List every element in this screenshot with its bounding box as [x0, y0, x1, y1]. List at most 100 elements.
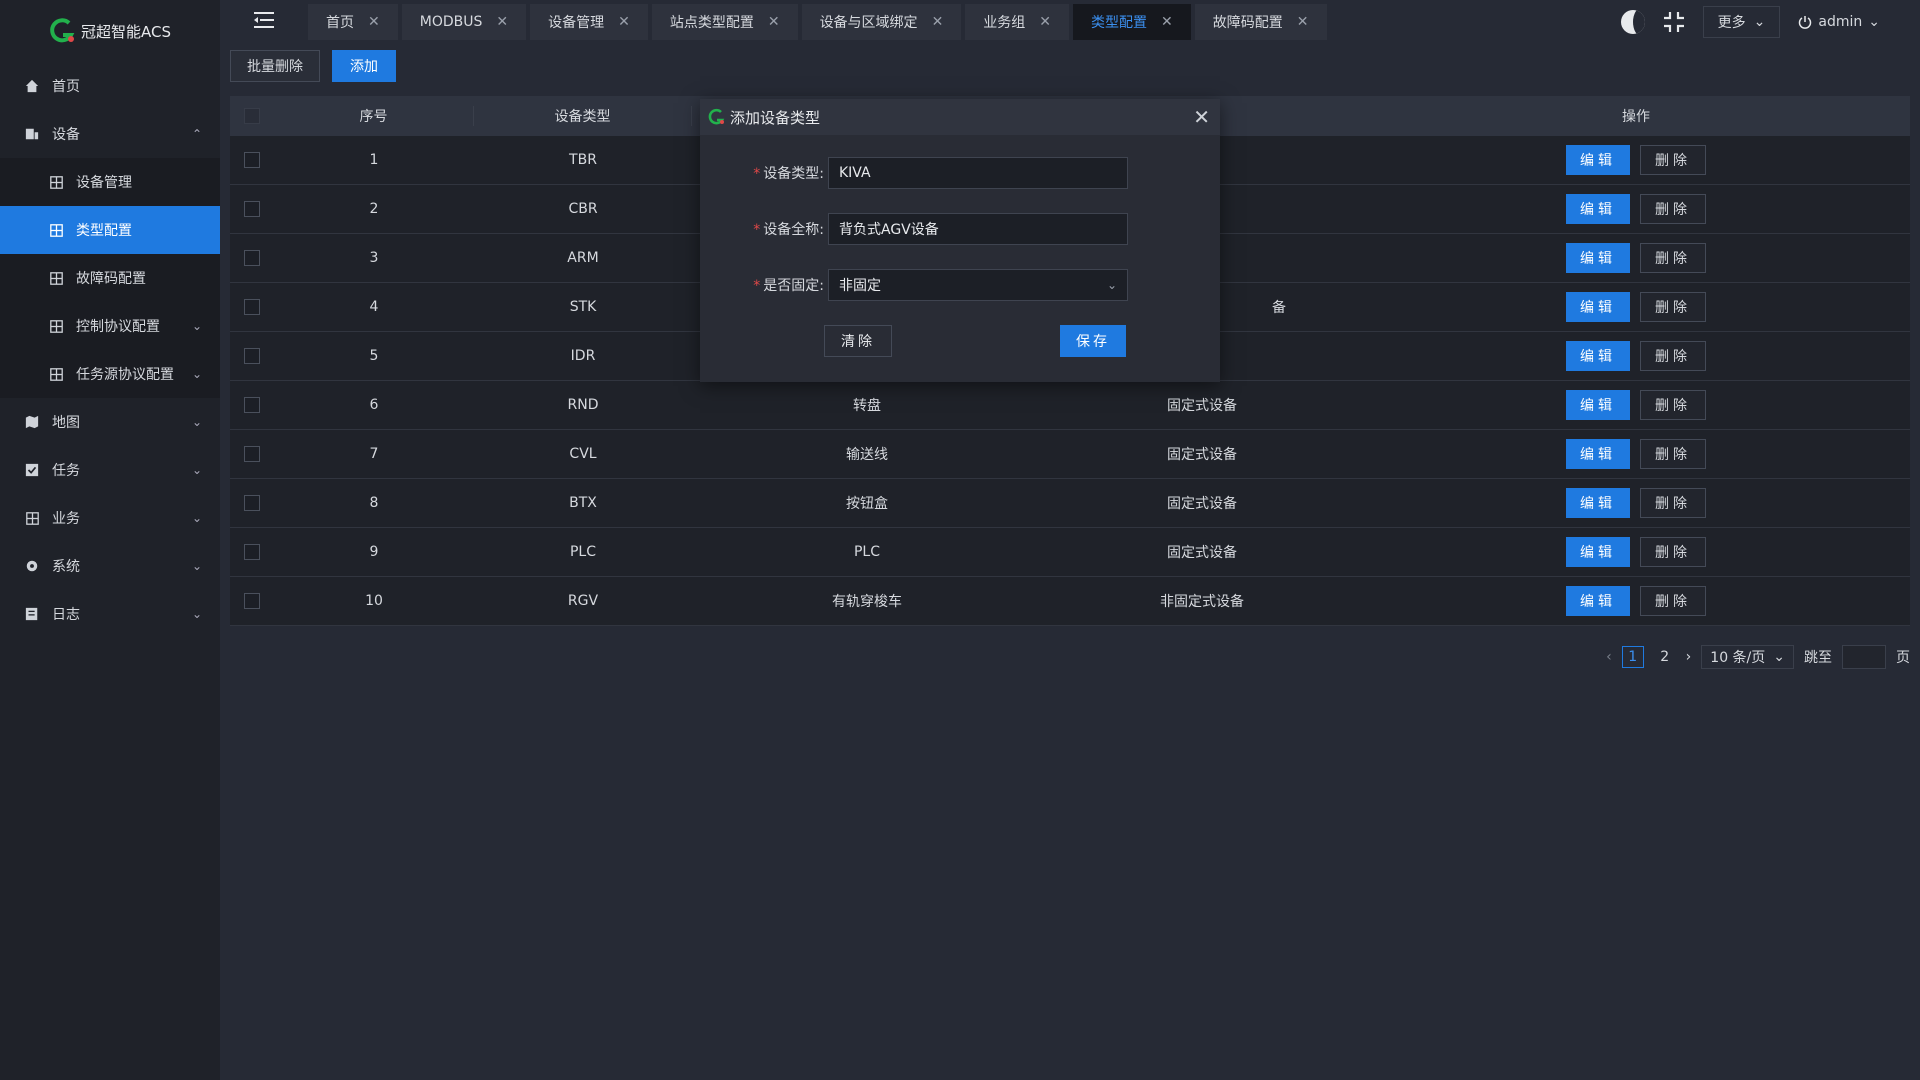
- row-checkbox[interactable]: [244, 544, 260, 560]
- sidebar-item-home[interactable]: 首页: [0, 62, 220, 110]
- fullscreen-exit-icon[interactable]: [1663, 11, 1685, 33]
- sidebar-item-log[interactable]: 日志 ⌄: [0, 590, 220, 638]
- close-icon[interactable]: ✕: [618, 14, 630, 30]
- edit-button[interactable]: 编辑: [1566, 145, 1630, 175]
- tab-business-group[interactable]: 业务组 ✕: [965, 4, 1070, 40]
- sidebar-item-type-config[interactable]: 类型配置: [0, 206, 220, 254]
- row-checkbox[interactable]: [244, 348, 260, 364]
- delete-button[interactable]: 删除: [1640, 586, 1706, 616]
- sidebar-item-control-protocol-config[interactable]: 控制协议配置 ⌄: [0, 302, 220, 350]
- row-checkbox[interactable]: [244, 201, 260, 217]
- edit-button[interactable]: 编辑: [1566, 586, 1630, 616]
- edit-button[interactable]: 编辑: [1566, 537, 1630, 567]
- delete-button[interactable]: 删除: [1640, 243, 1706, 273]
- delete-button[interactable]: 删除: [1640, 488, 1706, 518]
- cell-fixed: 固定式设备: [1167, 545, 1237, 561]
- delete-button[interactable]: 删除: [1640, 145, 1706, 175]
- tab-site-type-config[interactable]: 站点类型配置 ✕: [651, 4, 798, 40]
- edit-button[interactable]: 编辑: [1566, 390, 1630, 420]
- menu-toggle-icon[interactable]: [252, 10, 276, 30]
- close-icon[interactable]: ✕: [1193, 105, 1210, 129]
- form-row-type: * 设备类型: KIVA: [740, 157, 1128, 189]
- page-1[interactable]: 1: [1621, 646, 1644, 668]
- sidebar: 冠超智能ACS 首页 设备 ⌃ 设备管理 类型配置 故障码配置 控制协议配置 ⌄…: [0, 0, 220, 1080]
- cell-no: 5: [369, 348, 379, 364]
- delete-button[interactable]: 删除: [1640, 341, 1706, 371]
- edit-button[interactable]: 编辑: [1566, 439, 1630, 469]
- row-checkbox[interactable]: [244, 152, 260, 168]
- tab-device-management[interactable]: 设备管理 ✕: [530, 4, 648, 40]
- batch-delete-button[interactable]: 批量删除: [230, 50, 320, 82]
- page-size-select[interactable]: 10 条/页 ⌄: [1701, 645, 1794, 669]
- edit-button[interactable]: 编辑: [1566, 292, 1630, 322]
- edit-button[interactable]: 编辑: [1566, 243, 1630, 273]
- tab-type-config[interactable]: 类型配置 ✕: [1073, 4, 1191, 40]
- jump-input[interactable]: [1842, 645, 1886, 669]
- sidebar-item-system[interactable]: 系统 ⌄: [0, 542, 220, 590]
- row-checkbox[interactable]: [244, 446, 260, 462]
- tab-home[interactable]: 首页 ✕: [308, 4, 398, 40]
- row-checkbox[interactable]: [244, 593, 260, 609]
- row-checkbox[interactable]: [244, 397, 260, 413]
- chevron-left-icon[interactable]: ‹: [1606, 649, 1612, 665]
- power-icon: [1799, 16, 1812, 29]
- sidebar-item-device[interactable]: 设备 ⌃: [0, 110, 220, 158]
- edit-button[interactable]: 编辑: [1566, 341, 1630, 371]
- sidebar-item-task-source-protocol-config[interactable]: 任务源协议配置 ⌄: [0, 350, 220, 398]
- row-checkbox[interactable]: [244, 495, 260, 511]
- delete-button[interactable]: 删除: [1640, 439, 1706, 469]
- close-icon[interactable]: ✕: [768, 14, 780, 30]
- form-row-fullname: * 设备全称: 背负式AGV设备: [740, 213, 1128, 245]
- sidebar-item-business[interactable]: 业务 ⌄: [0, 494, 220, 542]
- device-type-input[interactable]: KIVA: [828, 157, 1128, 189]
- delete-button[interactable]: 删除: [1640, 292, 1706, 322]
- row-checkbox[interactable]: [244, 299, 260, 315]
- table-row: 7 CVL 输送线 固定式设备 编辑 删除: [230, 430, 1910, 479]
- close-icon[interactable]: ✕: [932, 14, 944, 30]
- sidebar-item-fault-code-config[interactable]: 故障码配置: [0, 254, 220, 302]
- tab-fault-code-config[interactable]: 故障码配置 ✕: [1194, 4, 1327, 40]
- gear-icon: [24, 558, 40, 574]
- close-icon[interactable]: ✕: [368, 14, 380, 30]
- cell-no: 8: [369, 495, 379, 511]
- row-checkbox[interactable]: [244, 250, 260, 266]
- more-dropdown[interactable]: 更多 ⌄: [1702, 6, 1781, 38]
- edit-button[interactable]: 编辑: [1566, 194, 1630, 224]
- close-icon[interactable]: ✕: [496, 14, 508, 30]
- delete-button[interactable]: 删除: [1640, 390, 1706, 420]
- is-fixed-select[interactable]: 非固定 ⌄: [828, 269, 1128, 301]
- close-icon[interactable]: ✕: [1161, 14, 1173, 30]
- tab-label: 设备管理: [548, 15, 605, 31]
- close-icon[interactable]: ✕: [1297, 14, 1309, 30]
- chevron-down-icon: ⌄: [191, 607, 202, 621]
- select-all-checkbox[interactable]: [244, 108, 260, 124]
- sidebar-item-label: 故障码配置: [76, 271, 146, 287]
- page-2[interactable]: 2: [1654, 646, 1676, 668]
- save-button[interactable]: 保存: [1060, 325, 1126, 357]
- sidebar-item-task[interactable]: 任务 ⌄: [0, 446, 220, 494]
- user-menu[interactable]: admin ⌄: [1798, 14, 1880, 30]
- cell-type: IDR: [570, 348, 596, 364]
- cell-type: RGV: [567, 593, 599, 609]
- delete-button[interactable]: 删除: [1640, 537, 1706, 567]
- grid-icon: [24, 510, 40, 526]
- tab-device-area-binding[interactable]: 设备与区域绑定 ✕: [801, 4, 962, 40]
- close-icon[interactable]: ✕: [1039, 14, 1051, 30]
- clear-button[interactable]: 清除: [824, 325, 892, 357]
- sidebar-item-device-management[interactable]: 设备管理: [0, 158, 220, 206]
- cell-type: PLC: [569, 544, 597, 560]
- table-row: 10 RGV 有轨穿梭车 非固定式设备 编辑 删除: [230, 577, 1910, 626]
- delete-button[interactable]: 删除: [1640, 194, 1706, 224]
- edit-button[interactable]: 编辑: [1566, 488, 1630, 518]
- chevron-right-icon[interactable]: ›: [1686, 649, 1692, 665]
- tab-modbus[interactable]: MODBUS ✕: [401, 4, 527, 40]
- chevron-down-icon: ⌄: [191, 319, 202, 333]
- cell-name: 按钮盒: [846, 496, 888, 512]
- cell-type: STK: [569, 299, 597, 315]
- add-button[interactable]: 添加: [332, 50, 396, 82]
- tab-label: 首页: [326, 15, 354, 31]
- chevron-down-icon: ⌄: [1106, 278, 1117, 292]
- device-fullname-input[interactable]: 背负式AGV设备: [828, 213, 1128, 245]
- sidebar-item-map[interactable]: 地图 ⌄: [0, 398, 220, 446]
- theme-toggle-icon[interactable]: [1620, 10, 1645, 34]
